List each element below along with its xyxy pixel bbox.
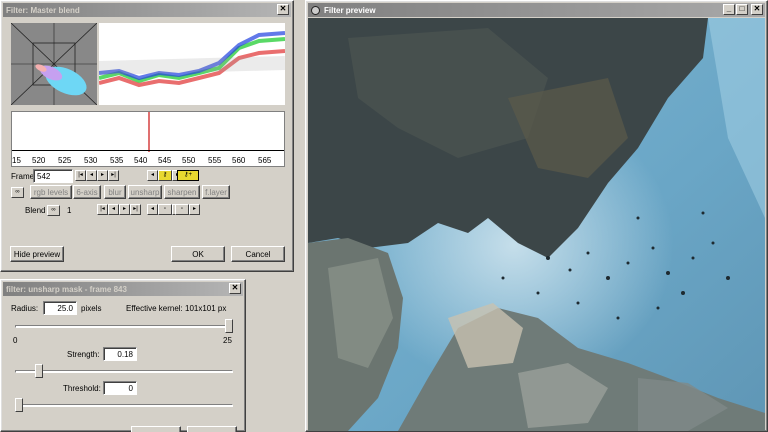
maximize-button[interactable]: □ — [736, 4, 748, 15]
filter-preview-titlebar[interactable]: Filter preview _ □ ✕ — [308, 3, 765, 17]
cancel-button[interactable]: Cancel — [231, 246, 285, 262]
close-button[interactable]: ✕ — [751, 4, 763, 15]
blend-first-button[interactable]: |◂ — [97, 204, 108, 215]
unsharp-cancel-button[interactable] — [187, 426, 237, 432]
timeline-tick: 545 — [158, 156, 172, 165]
blend-prev-key-button[interactable]: ◂ — [147, 204, 158, 215]
prev-key-button[interactable]: ◂ — [147, 170, 158, 181]
strength-slider-thumb[interactable] — [35, 364, 43, 378]
window-icon — [311, 5, 320, 15]
timeline-tick: 550 — [182, 156, 196, 165]
radius-slider-thumb[interactable] — [225, 319, 233, 333]
timeline-tick: 525 — [58, 156, 72, 165]
strength-field[interactable]: 0.18 — [103, 347, 137, 361]
blend-key2-next-button[interactable]: ▸ — [189, 204, 200, 215]
link-icon[interactable]: ∞ — [11, 187, 24, 198]
radius-min-label: 0 — [13, 336, 18, 345]
strength-label: Strength: — [67, 350, 100, 359]
unsharp-mask-titlebar[interactable]: filter: unsharp mask - frame 843 ✕ — [3, 282, 243, 296]
timeline-tick: 560 — [232, 156, 246, 165]
radius-field[interactable]: 25.0 — [43, 301, 77, 315]
timeline-tick: 540 — [134, 156, 148, 165]
unsharp-ok-button[interactable] — [131, 426, 181, 432]
key-icon[interactable]: ⚷ — [158, 170, 172, 181]
filter-button-blur[interactable]: blur — [104, 185, 126, 199]
kernel-text: Effective kernel: 101x101 px — [126, 304, 227, 313]
timeline-panel[interactable]: 15 520 525 530 535 540 545 550 555 560 5… — [11, 111, 285, 167]
threshold-label: Threshold: — [63, 384, 101, 393]
close-button[interactable]: ✕ — [229, 283, 241, 294]
filter-button-sharpen[interactable]: sharpen — [164, 185, 200, 199]
hide-preview-button[interactable]: Hide preview — [10, 246, 64, 262]
close-button[interactable]: ✕ — [277, 4, 289, 15]
color-scatter-plot[interactable] — [11, 23, 97, 105]
frame-field[interactable]: 542 — [33, 169, 73, 183]
radius-unit: pixels — [81, 304, 102, 313]
filter-button-unsharp[interactable]: unsharp — [128, 185, 162, 199]
filter-preview-title: Filter preview — [324, 5, 376, 15]
filter-button-f-layer[interactable]: f.layer — [202, 185, 230, 199]
unsharp-mask-title: filter: unsharp mask - frame 843 — [6, 284, 127, 294]
timeline-tick: 565 — [258, 156, 272, 165]
master-blend-window: Filter: Master blend ✕ 15 520 525 530 53… — [0, 0, 294, 272]
blend-label: Blend — [25, 206, 46, 215]
blend-key-icon[interactable]: ▫ — [158, 204, 172, 215]
timeline-tick: 15 — [12, 156, 21, 165]
timeline-tick: 530 — [84, 156, 98, 165]
blend-key2-buttons: ▫ ▸ — [175, 204, 200, 216]
first-frame-button[interactable]: |◂ — [75, 170, 86, 181]
blend-link-icon[interactable]: ∞ — [47, 205, 60, 216]
radius-max-label: 25 — [223, 336, 232, 345]
unsharp-mask-window: filter: unsharp mask - frame 843 ✕ Radiu… — [0, 279, 246, 432]
next-frame-button[interactable]: ▸ — [97, 170, 108, 181]
minimize-button[interactable]: _ — [723, 4, 735, 15]
add-key-icon[interactable]: ⚷+ — [177, 170, 199, 181]
last-frame-button[interactable]: ▸| — [108, 170, 119, 181]
filter-button-6-axis[interactable]: 6-axis — [73, 185, 101, 199]
threshold-field[interactable]: 0 — [103, 381, 137, 395]
ok-button[interactable]: OK — [171, 246, 225, 262]
filter-preview-window: Filter preview _ □ ✕ — [305, 0, 768, 432]
blend-key2-icon[interactable]: ▫ — [175, 204, 189, 215]
underwater-preview-image — [308, 18, 765, 431]
blend-next-button[interactable]: ▸ — [119, 204, 130, 215]
blend-value: 1 — [67, 206, 72, 215]
threshold-slider-track[interactable] — [15, 404, 233, 407]
frame-nav-buttons: |◂ ◂ ▸ ▸| — [75, 170, 119, 182]
timeline-tick: 520 — [32, 156, 46, 165]
timeline-tick: 535 — [110, 156, 124, 165]
blend-prev-button[interactable]: ◂ — [108, 204, 119, 215]
filter-button-rgb-levels[interactable]: rgb levels — [30, 185, 72, 199]
frame-label: Frame — [11, 172, 35, 181]
histogram-plot — [99, 23, 285, 105]
master-blend-title: Filter: Master blend — [6, 5, 80, 15]
prev-frame-button[interactable]: ◂ — [86, 170, 97, 181]
strength-slider-track[interactable] — [15, 370, 233, 373]
radius-slider-track[interactable] — [15, 325, 233, 328]
radius-label: Radius: — [11, 304, 39, 313]
blend-nav-buttons: |◂ ◂ ▸ ▸| — [97, 204, 141, 216]
master-blend-titlebar[interactable]: Filter: Master blend ✕ — [3, 3, 291, 17]
timeline-marker[interactable] — [148, 112, 150, 152]
threshold-slider-thumb[interactable] — [15, 398, 23, 412]
blend-last-button[interactable]: ▸| — [130, 204, 141, 215]
timeline-tick: 555 — [208, 156, 222, 165]
